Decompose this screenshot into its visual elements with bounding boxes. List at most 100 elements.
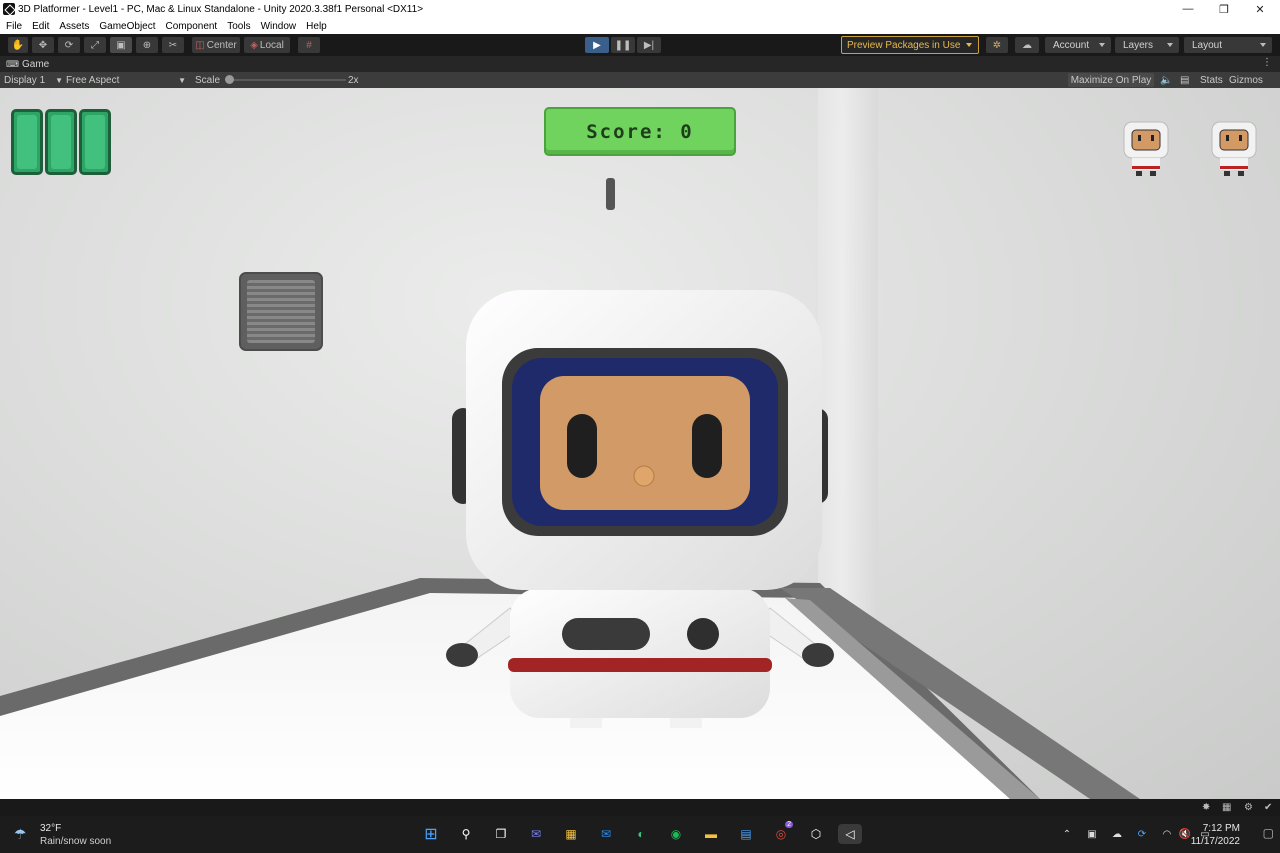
minimize-button[interactable]: — (1172, 0, 1204, 18)
mute-audio-icon[interactable]: 🔈 (1160, 72, 1172, 88)
menu-edit[interactable]: Edit (32, 21, 49, 32)
account-dropdown[interactable]: Account (1045, 37, 1111, 53)
wifi-icon[interactable]: ◠ (1160, 828, 1174, 840)
game-tab-strip: ⌨ Game ⋮ (0, 56, 1280, 72)
menu-file[interactable]: File (6, 21, 22, 32)
menu-bar: File Edit Assets GameObject Component To… (0, 18, 1280, 34)
wall-vent (239, 272, 323, 351)
start-icon[interactable]: ⊞ (421, 824, 441, 844)
scale-slider-track[interactable] (230, 79, 346, 81)
chat-icon[interactable]: ✉ (526, 824, 546, 844)
aspect-dropdown[interactable]: Free Aspect ▼ (66, 72, 186, 88)
task-view-icon[interactable]: ❐ (491, 824, 511, 844)
step-button[interactable]: ▶| (637, 37, 661, 53)
display-icon[interactable]: ▣ (1085, 828, 1099, 840)
layout-label: Layout (1192, 39, 1223, 51)
menu-gameobject[interactable]: GameObject (99, 21, 155, 32)
weather-desc[interactable]: Rain/snow soon (40, 836, 111, 847)
layout-dropdown[interactable]: Layout (1184, 37, 1272, 53)
stats-icon: ▤ (1180, 74, 1190, 86)
layers-label: Layers (1123, 39, 1154, 51)
transform-tool-icon[interactable]: ⊕ (136, 37, 158, 53)
play-button[interactable]: ▶ (585, 37, 609, 53)
pause-button[interactable]: ❚❚ (611, 37, 635, 53)
preview-packages-dropdown[interactable]: Preview Packages in Use (841, 36, 979, 54)
tray-layers-icon[interactable]: ▦ (1222, 802, 1231, 813)
preview-packages-label: Preview Packages in Use (847, 39, 961, 51)
grid-snap-icon[interactable]: # (298, 37, 320, 53)
space-local-toggle[interactable]: ◈ Local (244, 37, 290, 53)
life-astronaut-icon (1211, 121, 1257, 176)
weather-icon[interactable]: ☂ (14, 826, 27, 843)
chrome-icon[interactable]: ◎ 2 (771, 821, 793, 844)
scale-slider-handle[interactable] (225, 75, 234, 84)
menu-help[interactable]: Help (306, 21, 327, 32)
score-panel: Score: 0 (544, 107, 736, 156)
system-tray-strip: ✸ ▦ ⚙ ✔ (0, 799, 1280, 816)
tray-flag-icon[interactable]: ✸ (1202, 802, 1210, 813)
close-button[interactable]: ✕ (1244, 0, 1276, 18)
sync-icon[interactable]: ⟳ (1135, 828, 1149, 840)
unity-logo-icon (3, 3, 15, 15)
gizmos-button[interactable]: Gizmos (1229, 72, 1263, 88)
chevron-down-icon: ▼ (178, 75, 186, 85)
chevron-down-icon: ▼ (55, 75, 64, 85)
calendar-icon[interactable]: ▤ (736, 824, 756, 844)
rect-tool-icon[interactable]: ▣ (110, 37, 132, 53)
title-bar: 3D Platformer - Level1 - PC, Mac & Linux… (0, 0, 1280, 18)
more-options-icon[interactable]: ⋮ (1262, 57, 1272, 68)
move-tool-icon[interactable]: ✥ (32, 37, 54, 53)
menu-assets[interactable]: Assets (59, 21, 89, 32)
tab-game[interactable]: ⌨ Game (0, 56, 49, 72)
clock-date[interactable]: 11/17/2022 (1191, 836, 1240, 847)
mail-icon[interactable]: ✉ (596, 824, 616, 844)
chevron-down-icon (1260, 43, 1266, 47)
menu-component[interactable]: Component (166, 21, 218, 32)
scale-value: 2x (348, 74, 359, 86)
maximize-on-play-toggle[interactable]: Maximize On Play (1068, 73, 1154, 87)
chevron-up-icon[interactable]: ⌃ (1060, 828, 1074, 840)
chevron-down-icon (966, 43, 972, 47)
collab-icon[interactable]: ✲ (986, 37, 1008, 53)
window-title: 3D Platformer - Level1 - PC, Mac & Linux… (18, 3, 424, 15)
game-view-controls: Display 1 ▼ Free Aspect ▼ Scale 2x Maxim… (0, 72, 1280, 88)
menu-tools[interactable]: Tools (227, 21, 250, 32)
custom-tool-icon[interactable]: ✂ (162, 37, 184, 53)
display-dropdown[interactable]: Display 1 ▼ (4, 72, 63, 88)
tray-check-icon[interactable]: ✔ (1264, 802, 1272, 813)
pivot-center-toggle[interactable]: ◫ Center (192, 37, 240, 53)
layers-dropdown[interactable]: Layers (1115, 37, 1179, 53)
notification-badge: 2 (785, 821, 793, 828)
notification-center-icon[interactable]: ▢ (1263, 826, 1274, 840)
game-viewport[interactable]: Score: 0 (0, 88, 1280, 799)
tray-collab-icon[interactable]: ⚙ (1244, 802, 1253, 813)
scale-tool-icon[interactable]: ⤢ (84, 37, 106, 53)
unity-hub-icon[interactable]: ⬡ (806, 824, 826, 844)
menu-window[interactable]: Window (261, 21, 297, 32)
aspect-label: Free Aspect (66, 74, 120, 86)
file-explorer-icon[interactable]: ▬ (701, 824, 721, 844)
store-icon[interactable]: ▦ (561, 824, 581, 844)
weather-temp[interactable]: 32°F (40, 823, 61, 834)
cube-icon: ◈ (250, 39, 258, 51)
health-segment (45, 109, 77, 175)
rotate-tool-icon[interactable]: ⟳ (58, 37, 80, 53)
clock-time[interactable]: 7:12 PM (1203, 823, 1240, 834)
pivot-label: Center (206, 39, 237, 51)
health-segment (79, 109, 111, 175)
display-label: Display 1 (4, 74, 46, 86)
stats-button[interactable]: Stats (1200, 72, 1223, 88)
health-segment (11, 109, 43, 175)
scale-label: Scale (195, 74, 221, 86)
life-astronaut-icon (1123, 121, 1169, 176)
edge-icon[interactable]: ◐ (631, 824, 651, 844)
unity-editor-icon[interactable]: ◁ (838, 824, 862, 844)
account-label: Account (1053, 39, 1090, 51)
space-label: Local (259, 39, 284, 51)
onedrive-icon[interactable]: ☁ (1110, 828, 1124, 840)
cloud-icon[interactable]: ☁ (1015, 37, 1039, 53)
search-icon[interactable]: ⚲ (456, 824, 476, 844)
hand-tool-icon[interactable]: ✋ (8, 37, 28, 53)
spotify-icon[interactable]: ◉ (666, 824, 686, 844)
restore-button[interactable]: ❐ (1208, 0, 1240, 18)
